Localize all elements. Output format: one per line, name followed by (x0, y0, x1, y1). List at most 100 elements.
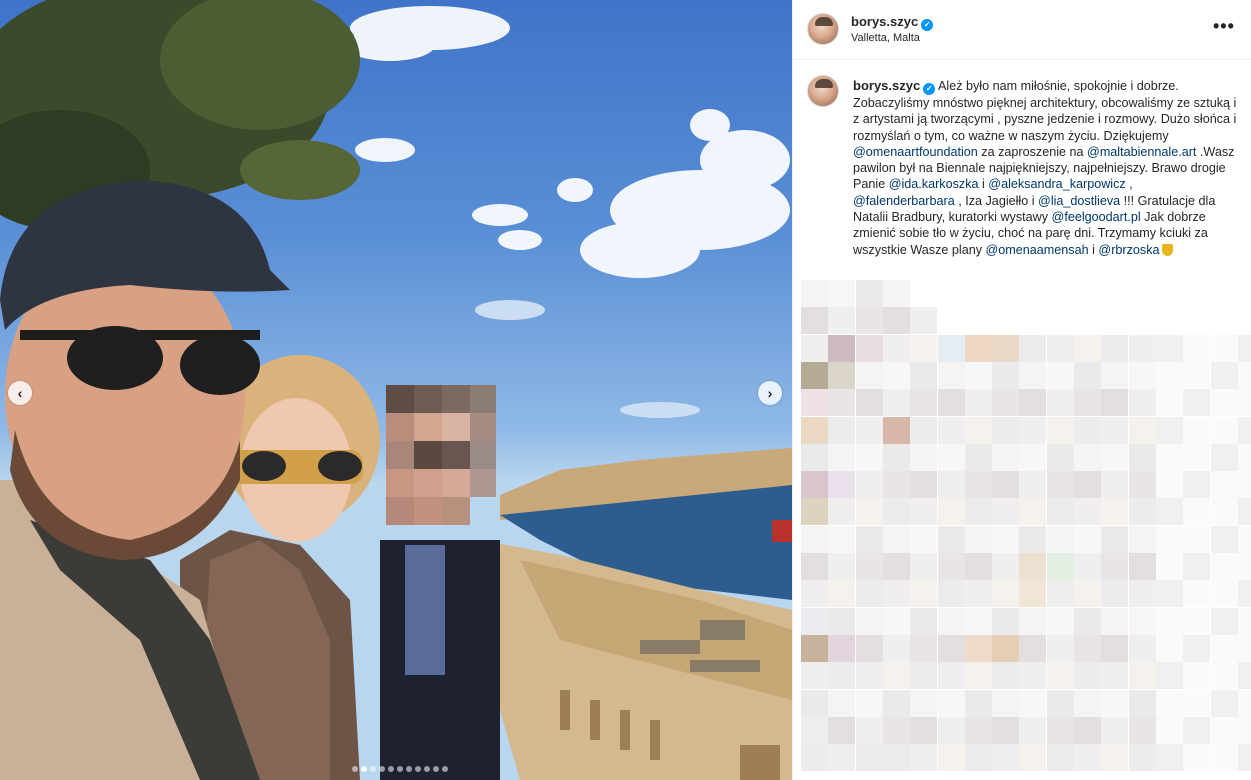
pixelated-comment-block (1074, 689, 1101, 717)
pixelated-comment-block (992, 662, 1020, 690)
caption-avatar[interactable] (807, 75, 839, 107)
pixelated-comment-block (992, 498, 1020, 526)
pixelated-comment-block (855, 471, 883, 499)
pixelated-comment-block (1046, 634, 1074, 662)
carousel-dot (379, 766, 385, 772)
author-username[interactable]: borys.szyc ✓ (851, 14, 934, 31)
pixelated-comment-block (937, 744, 965, 772)
pixelated-comment-block (910, 334, 938, 362)
mention-link[interactable]: @rbrzoska (1098, 243, 1159, 257)
carousel-dot (442, 766, 448, 772)
pixelated-comment-block (882, 744, 910, 772)
pixelated-comment-block (910, 307, 938, 335)
mention-link[interactable]: @lia_dostlieva (1038, 194, 1120, 208)
pixelated-comment-block (828, 553, 856, 580)
pixelated-comment-block (992, 361, 1020, 389)
pixelated-comment-block (1019, 689, 1047, 717)
pixelated-comment-block (964, 716, 992, 744)
boat (772, 520, 792, 542)
pixelated-comment-block (1074, 525, 1101, 553)
pixelated-comment-block (910, 525, 938, 553)
pixelated-comment-block (1074, 334, 1101, 362)
pixelated-comment-block (1237, 416, 1251, 444)
pixelated-comment-block (1210, 416, 1238, 444)
pixelated-comment-block (855, 553, 883, 580)
pixelated-comment-block (1210, 689, 1238, 717)
pixelated-comment-block (1046, 689, 1074, 717)
pixelated-comment-block (910, 634, 938, 662)
pixelated-comment-block (1183, 689, 1211, 717)
pixelated-comment-block (910, 498, 938, 526)
pixelated-comment-block (910, 389, 938, 417)
pixelated-comment-block (937, 689, 965, 717)
mention-link[interactable]: @maltabiennale.art (1087, 145, 1196, 159)
pixelated-comment-block (1210, 634, 1238, 662)
post-header: borys.szyc ✓ Valletta, Malta ••• (793, 0, 1251, 60)
pixelated-comment-block (1183, 607, 1211, 635)
pixelated-comment-block (801, 689, 828, 717)
pixelated-comment-block (1074, 471, 1101, 499)
post-location[interactable]: Valletta, Malta (851, 32, 920, 44)
pixelated-comment-block (828, 634, 856, 662)
pixelated-comment-block (937, 716, 965, 744)
pixelated-comment-block (964, 471, 992, 499)
pixelated-comment-block (1155, 334, 1183, 362)
mention-link[interactable]: @falenderbarbara (853, 194, 955, 208)
pixelated-comment-block (1237, 389, 1251, 417)
pixelated-comment-block (1046, 334, 1074, 362)
pixelated-comment-block (882, 361, 910, 389)
pixelated-comment-block (992, 416, 1020, 444)
pixelated-comment-block (1155, 607, 1183, 635)
pixelated-comment-block (1046, 662, 1074, 690)
carousel-prev-button[interactable]: ‹ (8, 381, 32, 405)
pixelated-face (386, 385, 496, 525)
caption-segment: i (1088, 242, 1099, 257)
pixelated-comment-block (801, 553, 828, 580)
caption-text: borys.szyc ✓ Ależ było nam miłośnie, spok… (853, 78, 1237, 258)
pixelated-comment-block (1210, 361, 1238, 389)
pixelated-comment-block (828, 525, 856, 553)
caption-segment: , (1125, 177, 1133, 192)
pixelated-comment-block (992, 471, 1020, 499)
pixelated-comment-block (1210, 744, 1238, 772)
pixelated-comment-block (910, 580, 938, 608)
pixelated-comment-block (882, 716, 910, 744)
pixelated-comment-block (882, 471, 910, 499)
pixelated-comment-block (1019, 443, 1047, 471)
mention-link[interactable]: @omenaartfoundation (853, 145, 978, 159)
pixelated-comment-block (1128, 471, 1156, 499)
pixelated-comment-block (1210, 525, 1238, 553)
pixelated-comment-block (937, 634, 965, 662)
mention-link[interactable]: @ida.karkoszka (889, 177, 979, 191)
pixelated-comment-block (992, 634, 1020, 662)
mention-link[interactable]: @aleksandra_karpowicz (988, 177, 1125, 191)
chevron-left-icon: ‹ (17, 385, 23, 401)
pixelated-comment-block (937, 471, 965, 499)
pixelated-comment-block (1046, 498, 1074, 526)
caption-username[interactable]: borys.szyc (853, 78, 920, 93)
author-avatar[interactable] (807, 13, 839, 45)
pixelated-comment-block (801, 607, 828, 635)
pixelated-comment-block (882, 634, 910, 662)
pixelated-comment-block (801, 307, 828, 335)
more-options-icon[interactable]: ••• (1213, 17, 1235, 35)
pixelated-comment-block (1183, 662, 1211, 690)
pixelated-comment-block (801, 716, 828, 744)
pixelated-comment-block (1155, 662, 1183, 690)
author-username-text[interactable]: borys.szyc (851, 14, 918, 29)
pixelated-comment-block (1101, 553, 1129, 580)
pixelated-comment-block (1237, 607, 1251, 635)
pixelated-comment-block (1155, 716, 1183, 744)
mention-link[interactable]: @feelgoodart.pl (1052, 210, 1141, 224)
pixelated-comment-block (1183, 389, 1211, 417)
pixelated-comment-block (1210, 580, 1238, 608)
post-photo[interactable]: ‹ › (0, 0, 792, 780)
pixelated-comment-block (855, 689, 883, 717)
shield-emoji-icon (1161, 243, 1173, 256)
pixelated-comment-block (1155, 634, 1183, 662)
pixelated-comment-block (855, 416, 883, 444)
mention-link[interactable]: @omenaamensah (986, 243, 1089, 257)
carousel-next-button[interactable]: › (758, 381, 782, 405)
pixelated-comment-block (1128, 716, 1156, 744)
pixelated-comment-block (937, 334, 965, 362)
